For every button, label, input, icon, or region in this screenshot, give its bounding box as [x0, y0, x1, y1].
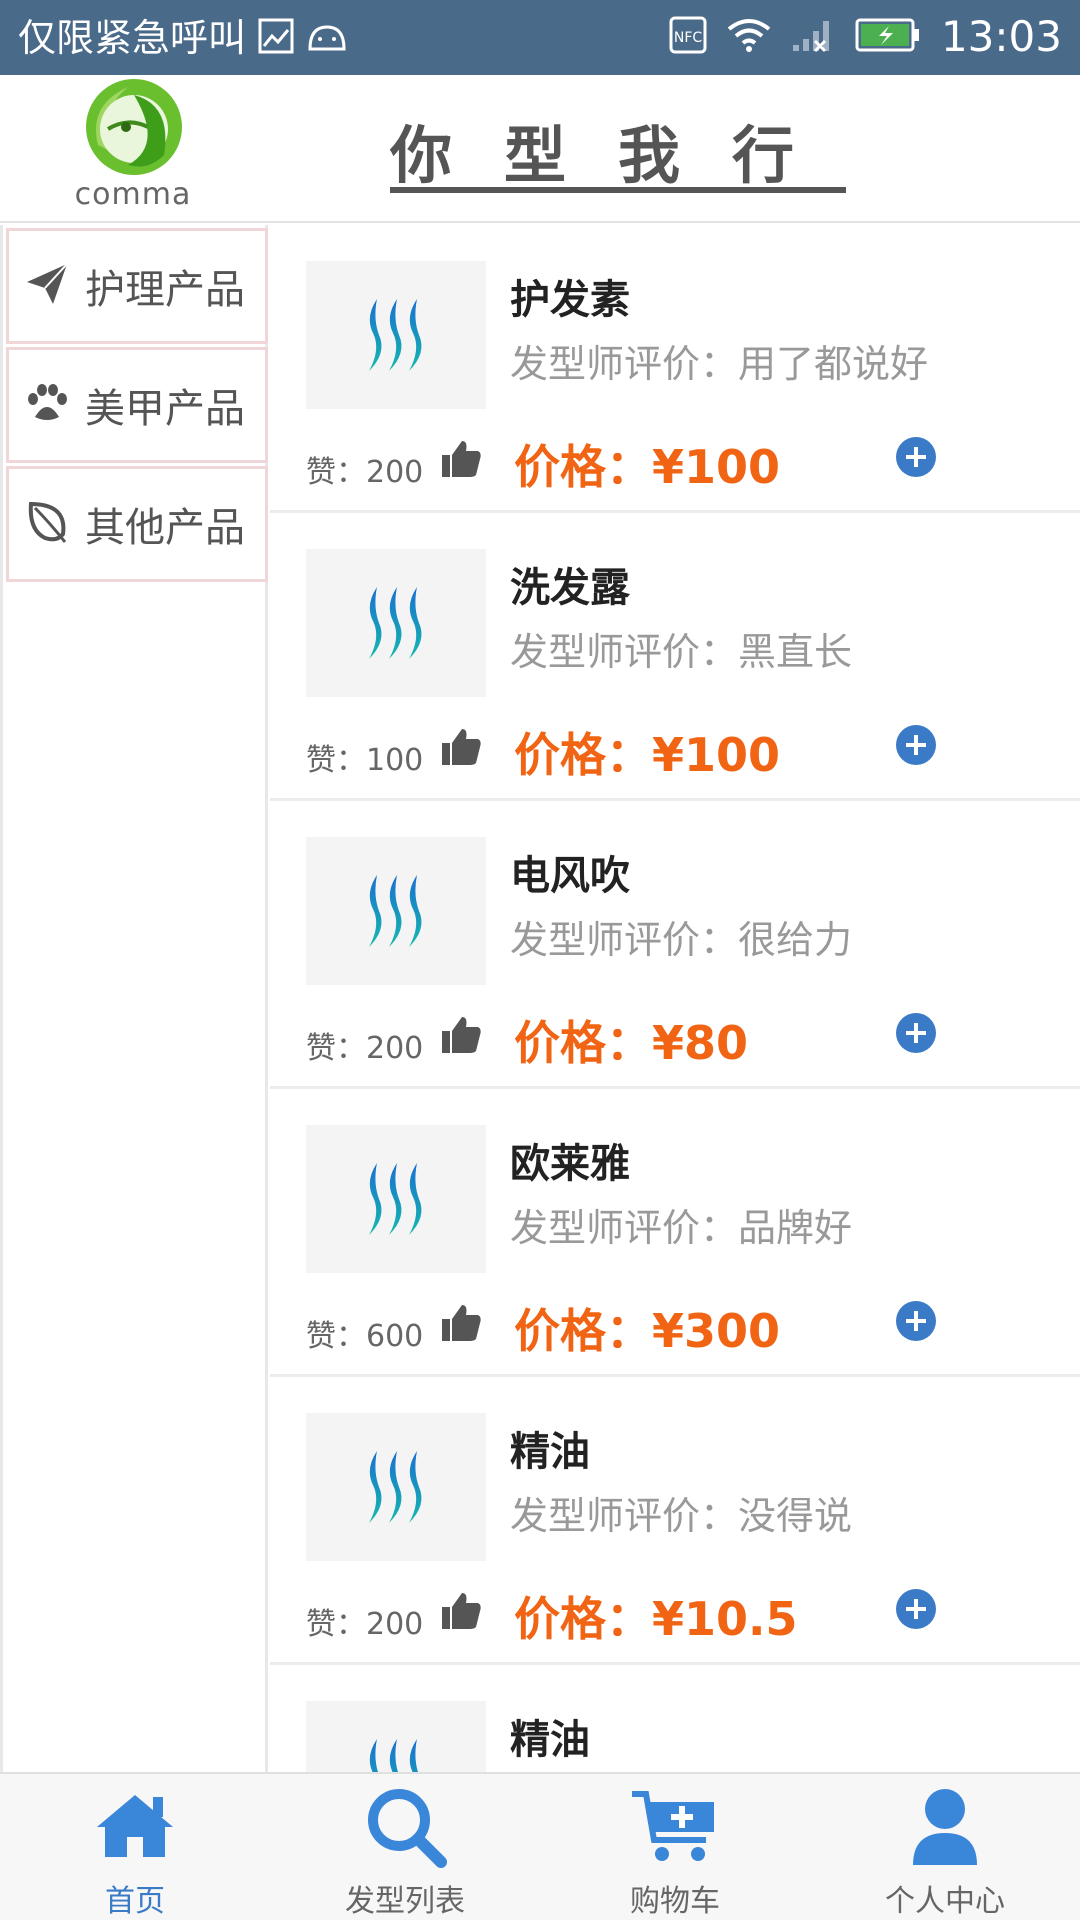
like-count: 赞：200 — [306, 1607, 424, 1642]
tab-label: 发型列表 — [345, 1884, 465, 1919]
app-header: comma 你型我行 — [0, 75, 1080, 223]
page-title: 你型我行 — [390, 119, 847, 192]
clock: 13:03 — [940, 12, 1062, 61]
thumbs-up-icon[interactable] — [440, 1013, 484, 1061]
product-name: 护发素 — [510, 277, 630, 323]
product-name: 精油 — [510, 1717, 590, 1763]
add-to-cart-button[interactable] — [896, 1301, 936, 1341]
user-icon — [909, 1782, 981, 1870]
product-item[interactable]: 洗发露 发型师评价：黑直长 赞：100 价格：¥100 — [270, 513, 1080, 801]
cart-icon — [630, 1782, 720, 1870]
bottom-tab-bar: 首页 发型列表 购物车 个人中心 — [0, 1772, 1080, 1920]
svg-text:NFC: NFC — [674, 30, 703, 46]
like-count: 赞：200 — [306, 455, 424, 490]
product-review: 发型师评价：黑直长 — [510, 630, 853, 674]
product-list[interactable]: 护发素 发型师评价：用了都说好 赞：200 价格：¥100 洗发露 发型师评价：… — [270, 225, 1080, 1772]
like-count: 赞：200 — [306, 1031, 424, 1066]
add-to-cart-button[interactable] — [896, 437, 936, 477]
tab-hairstyle-list[interactable]: 发型列表 — [270, 1774, 540, 1920]
app-logo: comma — [68, 75, 198, 215]
product-image[interactable] — [306, 261, 486, 409]
leaf-icon — [23, 498, 71, 550]
like-count: 赞：600 — [306, 1319, 424, 1354]
product-item[interactable]: 精油 发型师评价：没得说 赞：200 价格：¥10.5 — [270, 1377, 1080, 1665]
tab-home[interactable]: 首页 — [0, 1774, 270, 1920]
thumbs-up-icon[interactable] — [440, 1301, 484, 1349]
status-bar: 仅限紧急呼叫 NFC 13:03 — [0, 0, 1080, 75]
product-price: 价格：¥10.5 — [514, 1592, 798, 1646]
category-care-products[interactable]: 护理产品 — [6, 228, 268, 344]
product-item[interactable]: 护发素 发型师评价：用了都说好 赞：200 价格：¥100 — [270, 225, 1080, 513]
battery-icon — [855, 18, 921, 56]
image-icon — [258, 18, 294, 58]
search-icon — [363, 1782, 447, 1870]
carrier-text: 仅限紧急呼叫 — [18, 16, 247, 60]
category-sidebar: 护理产品 美甲产品 其他产品 — [0, 225, 268, 1772]
category-other-products[interactable]: 其他产品 — [6, 466, 268, 582]
category-label: 护理产品 — [85, 267, 245, 313]
add-to-cart-button[interactable] — [896, 1013, 936, 1053]
tab-label: 首页 — [105, 1884, 165, 1919]
home-icon — [93, 1782, 177, 1870]
tab-label: 个人中心 — [885, 1884, 1005, 1919]
product-name: 洗发露 — [510, 565, 630, 611]
thumbs-up-icon[interactable] — [440, 1589, 484, 1637]
like-count: 赞：100 — [306, 743, 424, 778]
tab-profile[interactable]: 个人中心 — [810, 1774, 1080, 1920]
wifi-icon — [727, 17, 771, 57]
category-nail-products[interactable]: 美甲产品 — [6, 347, 268, 463]
product-price: 价格：¥100 — [514, 440, 781, 494]
paper-plane-icon — [23, 260, 71, 312]
paw-icon — [23, 379, 71, 431]
android-icon — [306, 21, 348, 55]
category-label: 其他产品 — [85, 505, 245, 551]
product-image[interactable] — [306, 1125, 486, 1273]
add-to-cart-button[interactable] — [896, 1589, 936, 1629]
product-image[interactable] — [306, 1413, 486, 1561]
product-name: 欧莱雅 — [510, 1141, 630, 1187]
product-item[interactable]: 精油 — [270, 1665, 1080, 1772]
product-name: 精油 — [510, 1429, 590, 1475]
product-price: 价格：¥300 — [514, 1304, 781, 1358]
product-price: 价格：¥80 — [514, 1016, 749, 1070]
category-label: 美甲产品 — [85, 386, 245, 432]
product-review: 发型师评价：没得说 — [510, 1494, 853, 1538]
product-image[interactable] — [306, 1701, 486, 1772]
add-to-cart-button[interactable] — [896, 725, 936, 765]
nfc-icon: NFC — [669, 16, 707, 58]
product-review: 发型师评价：用了都说好 — [510, 342, 929, 386]
thumbs-up-icon[interactable] — [440, 437, 484, 485]
tab-cart[interactable]: 购物车 — [540, 1774, 810, 1920]
tab-label: 购物车 — [630, 1884, 720, 1919]
product-review: 发型师评价：很给力 — [510, 918, 853, 962]
thumbs-up-icon[interactable] — [440, 725, 484, 773]
signal-icon — [791, 17, 835, 57]
product-item[interactable]: 电风吹 发型师评价：很给力 赞：200 价格：¥80 — [270, 801, 1080, 1089]
product-item[interactable]: 欧莱雅 发型师评价：品牌好 赞：600 价格：¥300 — [270, 1089, 1080, 1377]
product-price: 价格：¥100 — [514, 728, 781, 782]
product-image[interactable] — [306, 549, 486, 697]
product-name: 电风吹 — [510, 853, 630, 899]
logo-text: comma — [74, 177, 192, 212]
product-image[interactable] — [306, 837, 486, 985]
product-review: 发型师评价：品牌好 — [510, 1206, 853, 1250]
